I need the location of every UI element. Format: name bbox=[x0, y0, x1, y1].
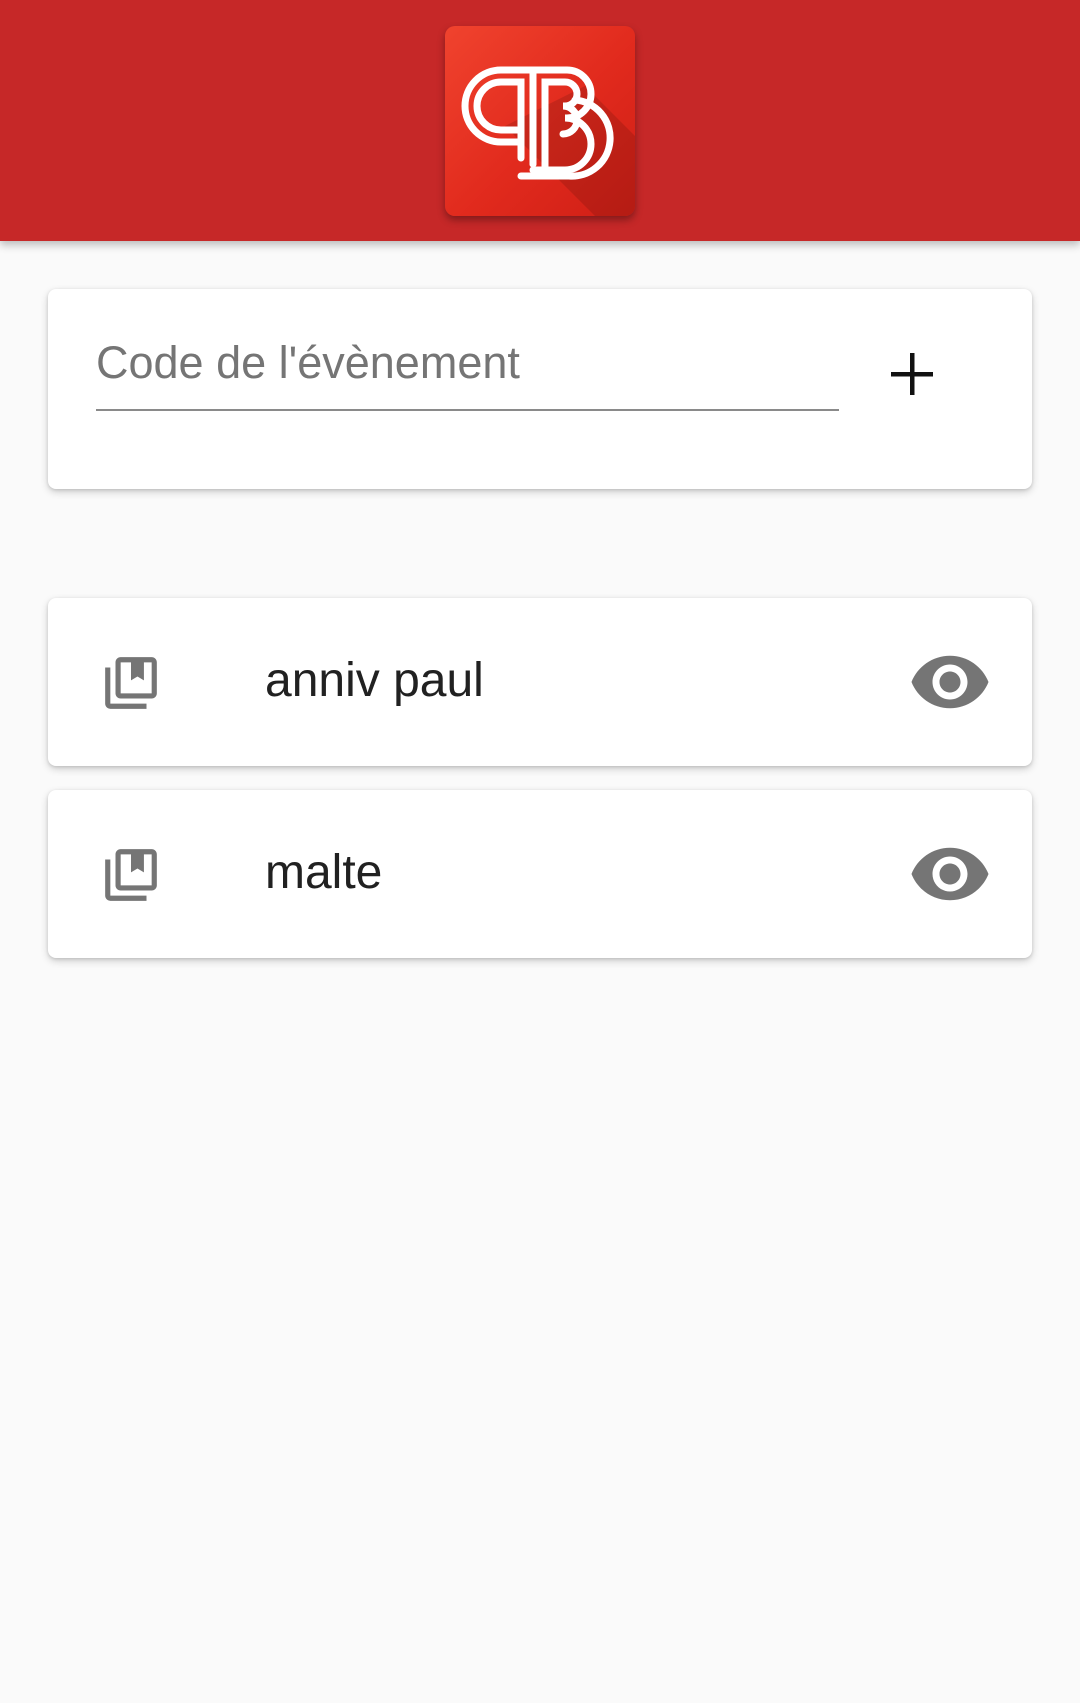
view-event-button[interactable] bbox=[908, 640, 992, 724]
plus-icon bbox=[891, 353, 933, 395]
add-event-button[interactable] bbox=[868, 329, 956, 417]
photo-library-icon bbox=[100, 652, 162, 714]
event-name: anniv paul bbox=[265, 654, 484, 707]
event-code-input[interactable] bbox=[96, 327, 839, 411]
app-header bbox=[0, 0, 1080, 241]
event-name: malte bbox=[265, 846, 383, 899]
event-list-item[interactable]: anniv paul bbox=[48, 598, 1032, 766]
eye-icon bbox=[911, 847, 989, 901]
eye-icon bbox=[911, 655, 989, 709]
view-event-button[interactable] bbox=[908, 832, 992, 916]
photo-library-icon bbox=[100, 844, 162, 906]
event-code-card bbox=[48, 289, 1032, 489]
event-list-item[interactable]: malte bbox=[48, 790, 1032, 958]
app-logo bbox=[445, 26, 635, 216]
